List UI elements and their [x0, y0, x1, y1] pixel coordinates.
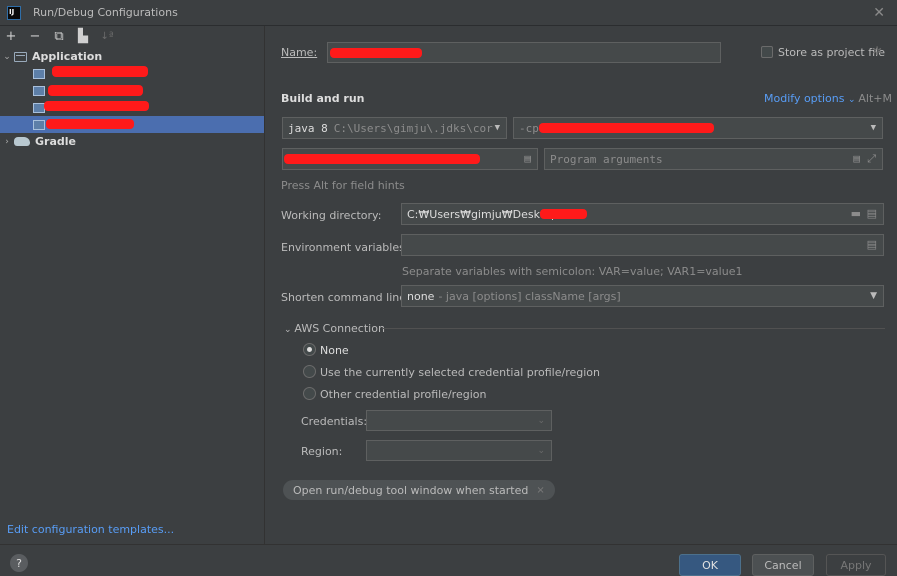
redaction-mark	[46, 119, 134, 129]
shorten-hint: - java [options] className [args]	[438, 289, 621, 303]
close-icon[interactable]: ×	[536, 485, 544, 496]
redaction-mark	[540, 209, 587, 219]
sidebar-toolbar: + − ⧉ ▙ ↓ª	[0, 26, 264, 46]
aws-option-current-label: Use the currently selected credential pr…	[320, 366, 600, 379]
build-run-title: Build and run	[281, 92, 365, 105]
tree-item-selected[interactable]	[0, 116, 264, 133]
jdk-path: C:\Users\gimju\.jdks\corre	[333, 121, 494, 135]
tree-label-application: Application	[32, 50, 103, 63]
chip-label: Open run/debug tool window when started	[293, 483, 529, 497]
redaction-mark	[330, 48, 422, 58]
aws-option-current-radio[interactable]	[303, 365, 316, 378]
jdk-version: java 8	[288, 121, 328, 135]
fullscreen-icon[interactable]: ⤢	[867, 152, 876, 166]
chevron-down-icon: ⌄	[537, 416, 545, 426]
name-label: Name:	[281, 46, 318, 59]
aws-option-other-label: Other credential profile/region	[320, 388, 487, 401]
working-directory-input[interactable]: C:₩Users₩gimju₩Desktop₩ ▬ ▤	[401, 203, 884, 225]
tree-item-redacted[interactable]	[0, 65, 264, 82]
redaction-mark	[44, 101, 149, 111]
modify-options-link[interactable]: Modify options ⌄ Alt+M	[764, 92, 892, 105]
cp-prefix: -cp	[519, 121, 539, 135]
working-directory-label: Working directory:	[281, 209, 382, 222]
tree-item-redacted[interactable]	[0, 82, 264, 99]
macros-icon[interactable]: ▤	[867, 207, 877, 220]
run-config-icon	[33, 85, 45, 96]
credentials-select[interactable]: ⌄	[366, 410, 552, 431]
store-project-checkbox[interactable]	[761, 46, 773, 58]
name-input[interactable]	[327, 42, 721, 63]
edit-env-icon[interactable]: ▤	[867, 238, 877, 251]
classpath-select[interactable]: -cp ▼	[513, 117, 883, 139]
store-project-label: Store as project file	[778, 46, 885, 59]
shorten-command-label: Shorten command line:	[281, 291, 410, 304]
add-icon[interactable]: +	[4, 29, 18, 44]
jdk-select[interactable]: java 8 C:\Users\gimju\.jdks\corre ▼	[282, 117, 507, 139]
chevron-down-icon[interactable]: ⌄	[0, 52, 14, 62]
close-icon[interactable]: ✕	[873, 5, 885, 21]
window-title: Run/Debug Configurations	[33, 6, 178, 19]
environment-hint: Separate variables with semicolon: VAR=v…	[402, 265, 743, 278]
help-icon[interactable]: ?	[10, 554, 28, 572]
region-label: Region:	[301, 445, 343, 458]
tree-node-gradle[interactable]: › Gradle	[0, 133, 264, 150]
run-config-icon	[33, 119, 45, 130]
redaction-mark	[48, 85, 143, 96]
chevron-down-icon: ▼	[494, 123, 500, 133]
aws-connection-title: AWS Connection	[294, 322, 385, 335]
intellij-logo: IJ	[7, 5, 21, 20]
chevron-down-icon: ⌄	[537, 446, 545, 456]
modify-options-label: Modify options	[764, 92, 845, 105]
aws-option-other-radio[interactable]	[303, 387, 316, 400]
aws-connection-toggle[interactable]: ⌄ AWS Connection	[284, 322, 385, 335]
remove-icon[interactable]: −	[28, 29, 42, 44]
redaction-mark	[539, 123, 714, 133]
program-arguments-placeholder: Program arguments	[550, 152, 663, 166]
configurations-sidebar: + − ⧉ ▙ ↓ª ⌄ Application › Gradle Edit c…	[0, 26, 265, 544]
folder-icon[interactable]: ▬	[851, 207, 861, 220]
tree-item-redacted[interactable]	[0, 99, 264, 116]
chevron-right-icon[interactable]: ›	[0, 137, 14, 147]
main-class-input[interactable]: ▤	[282, 148, 538, 170]
browse-icon[interactable]: ▤	[524, 152, 531, 165]
configuration-form: Name: Store as project file ✲ Build and …	[266, 26, 897, 544]
run-config-icon	[33, 68, 45, 79]
application-icon	[14, 51, 27, 62]
open-tool-window-chip[interactable]: Open run/debug tool window when started …	[283, 480, 555, 500]
chevron-down-icon: ⌄	[847, 95, 859, 105]
aws-option-none-label: None	[320, 344, 349, 357]
environment-variables-label: Environment variables:	[281, 241, 409, 254]
environment-variables-input[interactable]: ▤	[401, 234, 884, 256]
redaction-mark	[52, 66, 148, 77]
aws-separator	[382, 328, 885, 329]
dialog-buttons-bar: ? OK Cancel Apply	[0, 544, 897, 576]
chevron-down-icon: ▼	[870, 123, 876, 133]
new-folder-icon[interactable]: ▙	[76, 29, 90, 44]
copy-icon[interactable]: ⧉	[52, 29, 66, 44]
shorten-command-select[interactable]: none - java [options] className [args] ▼	[401, 285, 884, 307]
modify-shortcut: Alt+M	[858, 92, 892, 105]
sort-icon[interactable]: ↓ª	[100, 31, 114, 42]
configuration-tree: ⌄ Application › Gradle	[0, 48, 264, 150]
tree-label-gradle: Gradle	[35, 135, 76, 148]
shorten-value: none	[407, 289, 435, 303]
aws-option-none-radio[interactable]	[303, 343, 316, 356]
edit-templates-link[interactable]: Edit configuration templates...	[7, 523, 174, 536]
gradle-icon	[14, 137, 30, 146]
chevron-down-icon: ⌄	[284, 325, 295, 335]
program-arguments-input[interactable]: Program arguments ▤ ⤢	[544, 148, 883, 170]
tree-node-application[interactable]: ⌄ Application	[0, 48, 264, 65]
credentials-label: Credentials:	[301, 415, 368, 428]
expand-icon[interactable]: ▤	[853, 152, 860, 165]
redaction-mark	[284, 154, 480, 164]
chevron-down-icon: ▼	[870, 291, 877, 301]
field-hint: Press Alt for field hints	[281, 179, 405, 192]
gear-icon[interactable]: ✲	[872, 44, 882, 58]
title-bar: IJ Run/Debug Configurations ✕	[0, 0, 897, 26]
region-select[interactable]: ⌄	[366, 440, 552, 461]
